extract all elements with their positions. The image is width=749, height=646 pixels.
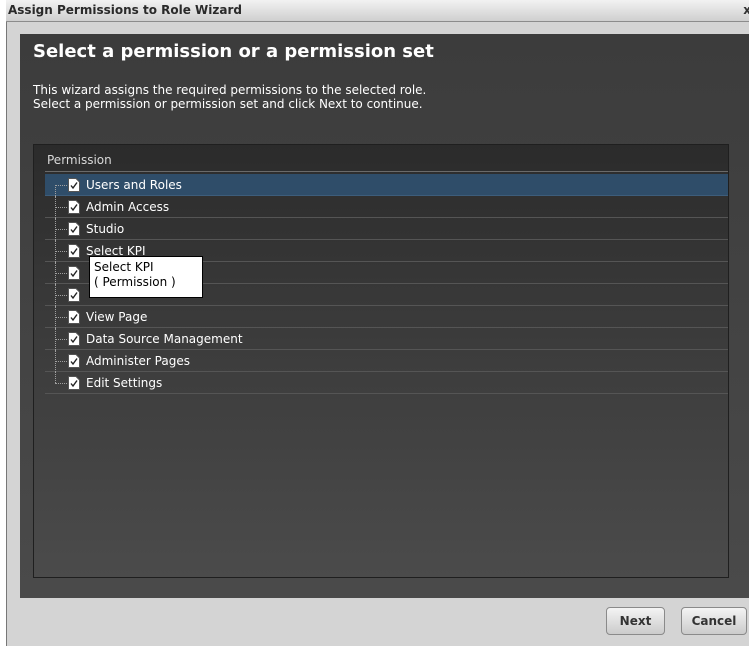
document-check-icon xyxy=(68,222,80,236)
document-check-icon xyxy=(68,178,80,192)
tree-item-label: Administer Pages xyxy=(86,354,190,368)
tree-item-label: Edit Settings xyxy=(86,376,163,390)
description-line-2: Select a permission or permission set an… xyxy=(33,97,423,111)
tooltip-title: Select KPI xyxy=(94,260,154,274)
window-titlebar: Assign Permissions to Role Wizard x xyxy=(6,0,749,22)
tree-item-label: View Page xyxy=(86,310,148,324)
tree-item[interactable]: Users and Roles xyxy=(45,174,728,196)
wizard-description: This wizard assigns the required permiss… xyxy=(33,83,426,111)
tree-item[interactable]: Administer Pages xyxy=(45,350,728,372)
window-title: Assign Permissions to Role Wizard xyxy=(8,3,242,17)
tree-item-label: Data Source Management xyxy=(86,332,243,346)
tree-item-label: Users and Roles xyxy=(86,178,182,192)
tree-item[interactable]: Admin Access xyxy=(45,196,728,218)
tree-item[interactable]: Studio xyxy=(45,218,728,240)
document-check-icon xyxy=(68,288,80,302)
permission-column-label: Permission xyxy=(47,153,112,167)
tree-item[interactable]: Data Source Management xyxy=(45,328,728,350)
document-check-icon xyxy=(68,244,80,258)
close-icon[interactable]: x xyxy=(743,3,749,17)
tooltip-type: ( Permission ) xyxy=(94,275,176,289)
document-check-icon xyxy=(68,266,80,280)
cancel-button[interactable]: Cancel xyxy=(681,607,747,635)
tree-item-label: Admin Access xyxy=(86,200,170,214)
permission-column-header[interactable]: Permission xyxy=(45,153,728,172)
permission-list-panel: Permission Users and Roles Admin Access … xyxy=(33,144,729,578)
description-line-1: This wizard assigns the required permiss… xyxy=(33,83,427,97)
tree-item-label: Studio xyxy=(86,222,125,236)
document-check-icon xyxy=(68,332,80,346)
document-check-icon xyxy=(68,354,80,368)
next-button[interactable]: Next xyxy=(606,607,665,635)
document-check-icon xyxy=(68,200,80,214)
document-check-icon xyxy=(68,376,80,390)
tree-item[interactable]: View Page xyxy=(45,306,728,328)
permission-tooltip: Select KPI ( Permission ) xyxy=(89,256,203,298)
tree-item[interactable]: Edit Settings xyxy=(45,372,728,394)
document-check-icon xyxy=(68,310,80,324)
wizard-panel: Select a permission or a permission set … xyxy=(20,34,749,598)
wizard-heading: Select a permission or a permission set xyxy=(33,41,434,62)
